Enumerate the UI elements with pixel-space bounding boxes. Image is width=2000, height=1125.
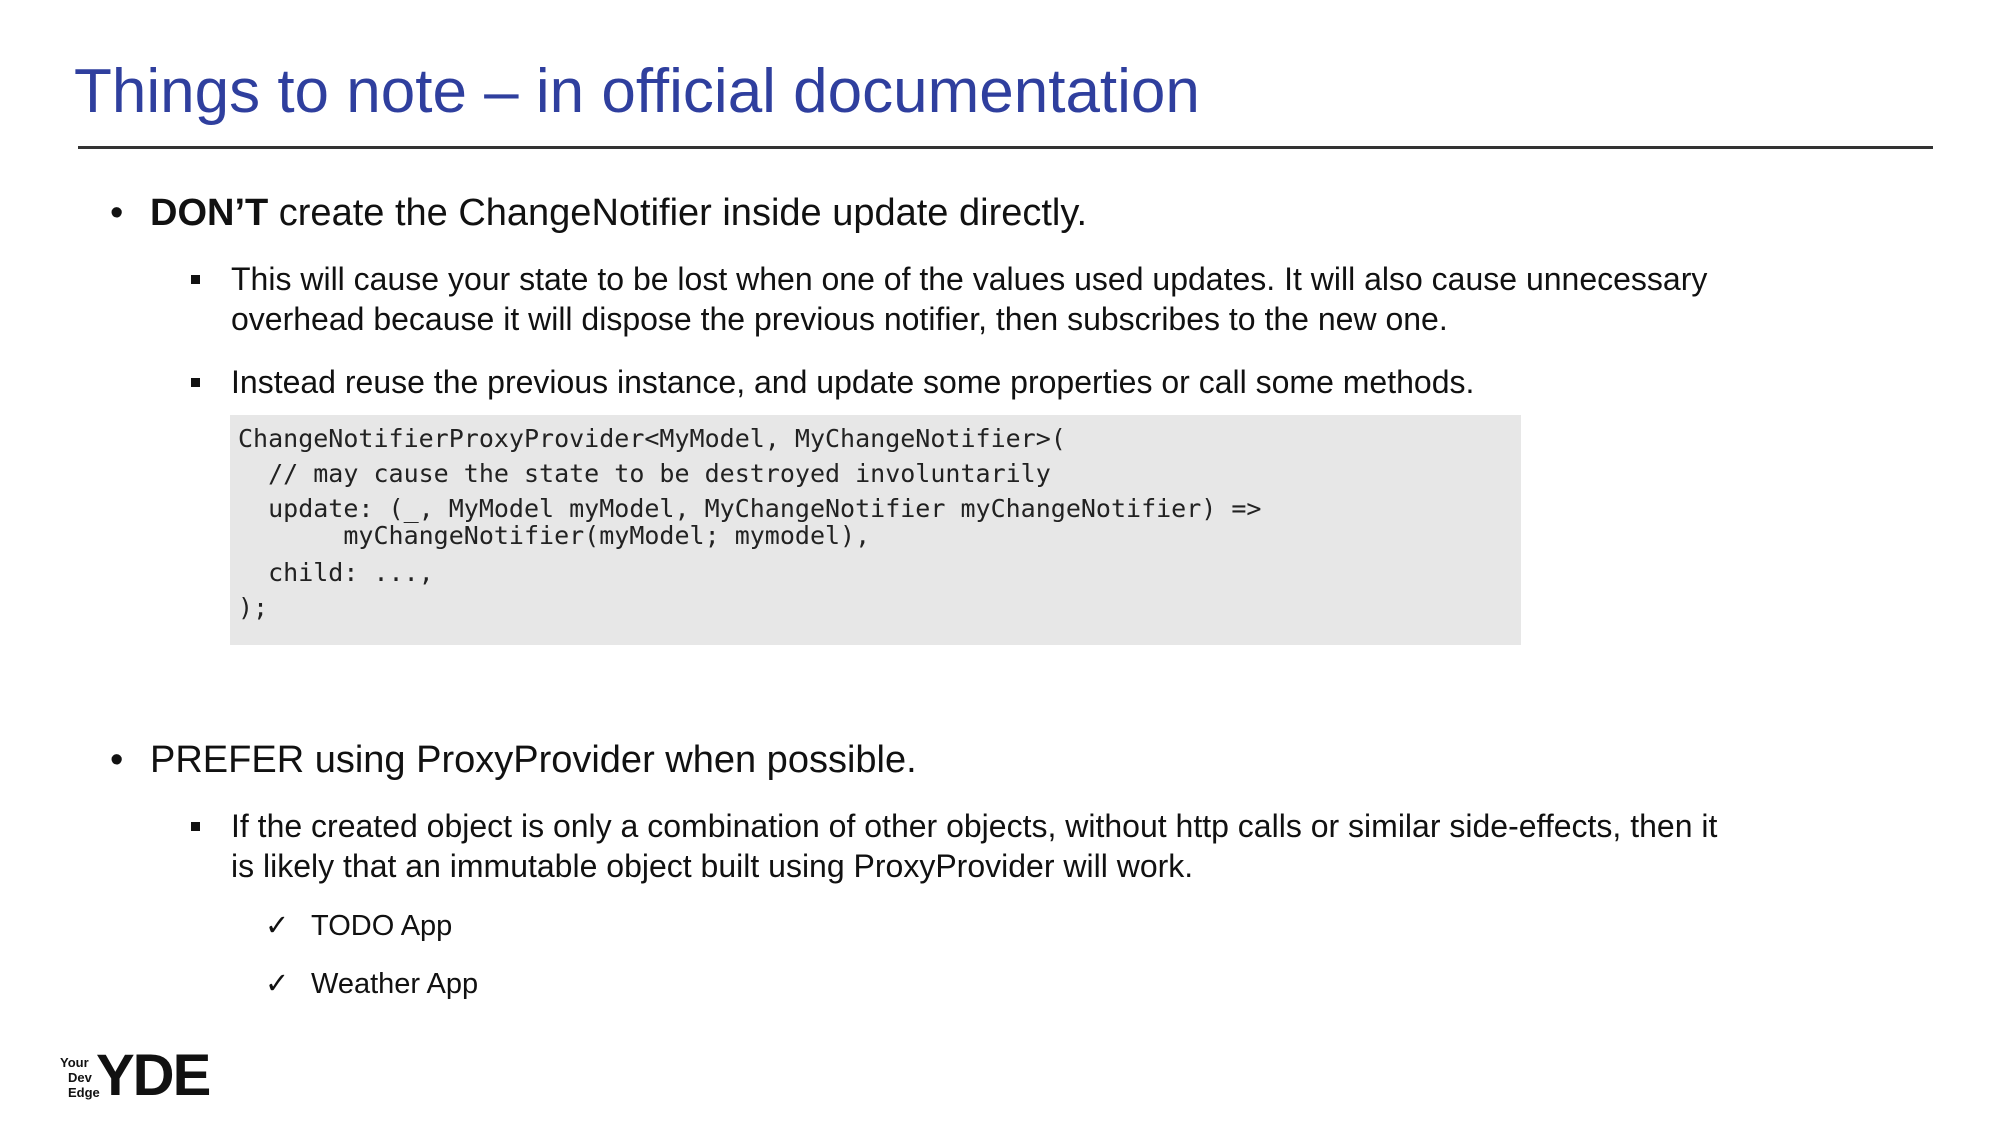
checkmark-icon: ✓: [265, 968, 290, 1000]
logo-word-dev: Dev: [68, 1070, 92, 1085]
checkmark-icon: ✓: [265, 910, 290, 942]
example-label: Weather App: [311, 968, 479, 1000]
sub-bullet-reuse-instance-text: Instead reuse the previous instance, and…: [231, 364, 1475, 400]
code-line: child: ...,: [238, 558, 434, 587]
your-dev-edge-logo: Your Dev Edge YDE: [60, 1047, 220, 1105]
bullet-prefer: PREFER using ProxyProvider when possible…: [110, 737, 917, 783]
logo-mark: YDE: [96, 1043, 211, 1108]
bullet-prefer-text: PREFER using ProxyProvider when possible…: [150, 739, 917, 781]
bullet-dont-lead: DON’T: [150, 192, 269, 234]
example-label: TODO App: [311, 910, 453, 942]
example-weather-app: ✓ Weather App: [265, 966, 479, 1002]
sub-bullet-combination-line-2: is likely that an immutable object built…: [231, 848, 1194, 884]
logo-word-your: Your: [60, 1055, 89, 1070]
code-line: );: [238, 593, 269, 622]
code-line: // may cause the state to be destroyed i…: [238, 459, 1051, 488]
sub-bullet-reuse-instance: Instead reuse the previous instance, and…: [191, 362, 1881, 402]
sub-bullet-combination-line-1: If the created object is only a combinat…: [231, 808, 1718, 844]
bullet-dont: DON’T create the ChangeNotifier inside u…: [110, 190, 1088, 236]
code-line: ChangeNotifierProxyProvider<MyModel, MyC…: [238, 424, 1066, 453]
code-block: ChangeNotifierProxyProvider<MyModel, MyC…: [230, 415, 1521, 645]
sub-bullet-state-lost: This will cause your state to be lost wh…: [191, 259, 1881, 339]
code-line: myChangeNotifier(myModel; mymodel),: [238, 521, 871, 550]
example-todo-app: ✓ TODO App: [265, 908, 453, 944]
bullet-dont-text: create the ChangeNotifier inside update …: [268, 192, 1088, 234]
title-divider: [78, 146, 1933, 149]
sub-bullet-state-lost-line-2: overhead because it will dispose the pre…: [231, 301, 1448, 337]
sub-bullet-state-lost-line-1: This will cause your state to be lost wh…: [231, 261, 1708, 297]
slide-title: Things to note – in official documentati…: [74, 57, 1200, 126]
sub-bullet-combination: If the created object is only a combinat…: [191, 806, 1881, 886]
